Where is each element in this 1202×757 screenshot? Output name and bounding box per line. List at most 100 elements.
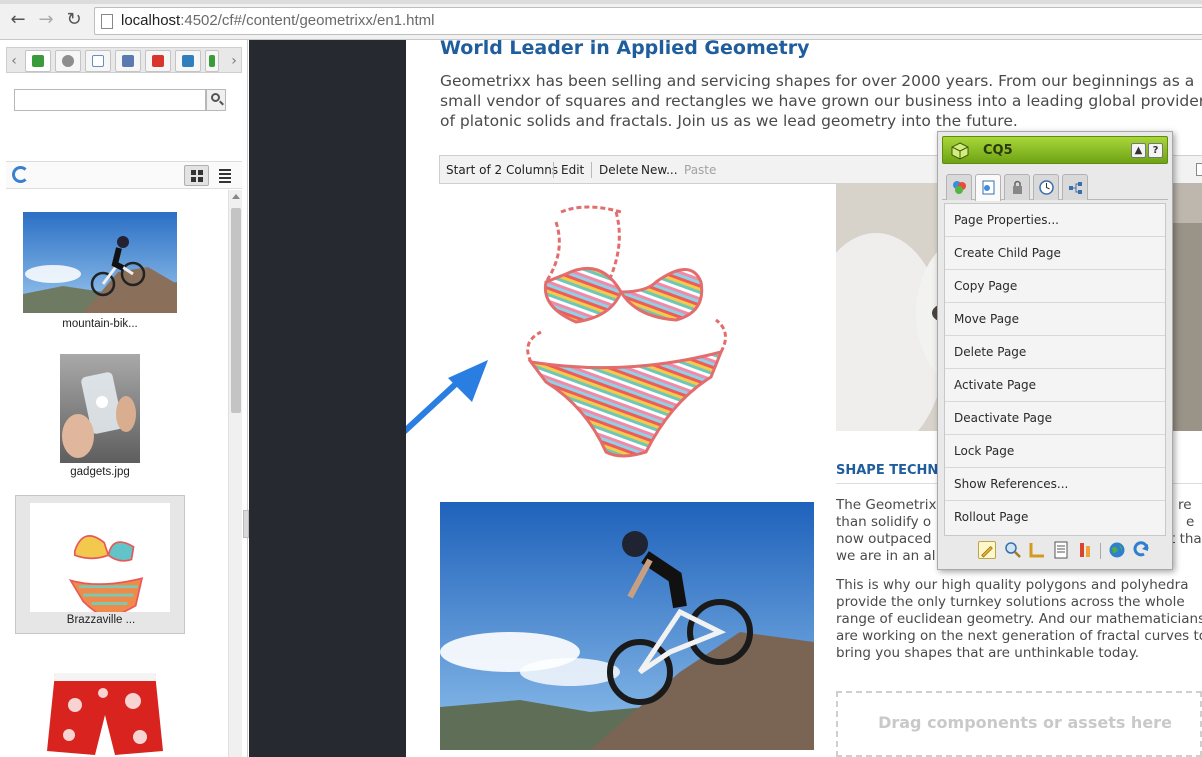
menu-item-deactivate-page[interactable]: Deactivate Page bbox=[945, 402, 1165, 435]
finder-tab-images[interactable] bbox=[25, 50, 51, 72]
asset-thumbnail bbox=[60, 354, 140, 463]
menu-item-delete-page[interactable]: Delete Page bbox=[945, 336, 1165, 369]
components-icon bbox=[953, 181, 966, 194]
finder-tab-s7[interactable] bbox=[145, 50, 171, 72]
mountain-bike-image[interactable] bbox=[440, 502, 814, 750]
editbar-checkbox[interactable] bbox=[1196, 163, 1202, 176]
scroll-up-icon[interactable] bbox=[232, 194, 240, 199]
tab-information[interactable] bbox=[1004, 174, 1030, 200]
panel-splitter[interactable] bbox=[243, 40, 406, 757]
scroll-left-icon[interactable]: ‹ bbox=[7, 50, 21, 72]
menu-item-activate-page[interactable]: Activate Page bbox=[945, 369, 1165, 402]
paragraph-icon bbox=[209, 55, 215, 67]
list-view-button[interactable] bbox=[216, 166, 234, 184]
asset-item[interactable]: mountain-bik... bbox=[15, 208, 185, 338]
asset-item[interactable] bbox=[15, 665, 185, 757]
intro-paragraph: Geometrixx has been selling and servicin… bbox=[440, 72, 1202, 130]
asset-scrollbar[interactable] bbox=[228, 190, 242, 757]
asset-thumbnail bbox=[45, 665, 165, 757]
preview-mode-icon[interactable] bbox=[1004, 541, 1022, 559]
product-icon bbox=[62, 55, 74, 67]
back-arrow-icon[interactable]: ← bbox=[8, 10, 28, 30]
design-mode-icon[interactable] bbox=[1028, 541, 1046, 559]
tab-components[interactable] bbox=[946, 174, 972, 200]
asset-caption: gadgets.jpg bbox=[70, 466, 130, 478]
forward-arrow-icon[interactable]: → bbox=[36, 10, 56, 30]
content-finder-panel: ‹ › mountain-bik... gadgets.jpg Brazzavi… bbox=[0, 40, 248, 757]
splitter-handle[interactable] bbox=[243, 510, 249, 538]
asset-thumbnail bbox=[23, 212, 177, 313]
grid-view-button[interactable] bbox=[184, 165, 209, 186]
menu-item-show-references[interactable]: Show References... bbox=[945, 468, 1165, 501]
page-icon bbox=[101, 14, 113, 29]
drop-zone-label: Drag components or assets here bbox=[878, 713, 1172, 732]
tab-versioning[interactable] bbox=[1033, 174, 1059, 200]
asset-caption: Brazzaville ... bbox=[66, 614, 136, 626]
client-context-icon[interactable] bbox=[1076, 541, 1094, 559]
menu-item-copy-page[interactable]: Copy Page bbox=[945, 270, 1165, 303]
sidekick-tabs bbox=[942, 170, 1168, 201]
page-actions-menu: Page Properties... Create Child Page Cop… bbox=[944, 203, 1166, 536]
refresh-page-icon[interactable] bbox=[1132, 541, 1150, 559]
asset-item-selected[interactable]: Brazzaville ... bbox=[15, 495, 185, 634]
reload-icon[interactable]: ↻ bbox=[64, 10, 84, 30]
section-heading: SHAPE TECHNO bbox=[836, 463, 950, 478]
sidekick-title: CQ5 bbox=[983, 143, 1013, 158]
browser-toolbar: ← → ↻ localhost:4502/cf#/content/geometr… bbox=[0, 0, 1202, 40]
refresh-icon[interactable] bbox=[12, 166, 29, 183]
annotation-arrow bbox=[406, 360, 488, 434]
finder-tab-more[interactable] bbox=[205, 50, 219, 72]
menu-item-rollout-page[interactable]: Rollout Page bbox=[945, 501, 1165, 534]
asset-caption: mountain-bik... bbox=[62, 318, 138, 330]
paragraph-1-tail: re bbox=[1178, 497, 1192, 513]
edit-mode-icon[interactable] bbox=[978, 541, 996, 559]
edit-button[interactable]: Edit bbox=[561, 163, 584, 177]
bikini-image[interactable] bbox=[526, 202, 732, 460]
drop-zone[interactable]: Drag components or assets here bbox=[836, 691, 1202, 757]
menu-item-page-properties[interactable]: Page Properties... bbox=[945, 204, 1165, 237]
paragraph-1-tail: t tha bbox=[1170, 531, 1202, 547]
paste-button[interactable]: Paste bbox=[684, 163, 716, 177]
tab-workflow[interactable] bbox=[1062, 174, 1088, 200]
finder-tab-products[interactable] bbox=[55, 50, 81, 72]
delete-button[interactable]: Delete bbox=[599, 163, 638, 177]
finder-tab-movies[interactable] bbox=[115, 50, 141, 72]
document-icon bbox=[92, 55, 104, 67]
scrollbar-thumb[interactable] bbox=[231, 208, 241, 413]
scroll-right-icon[interactable]: › bbox=[227, 50, 241, 72]
menu-item-move-page[interactable]: Move Page bbox=[945, 303, 1165, 336]
s7-icon bbox=[152, 55, 164, 67]
tab-page[interactable] bbox=[975, 174, 1001, 201]
clock-icon bbox=[1039, 180, 1054, 195]
finder-search bbox=[14, 89, 226, 111]
editbar-label: Start of 2 Columns bbox=[446, 163, 559, 177]
address-bar[interactable]: localhost:4502/cf#/content/geometrixx/en… bbox=[94, 7, 1202, 35]
menu-item-create-child-page[interactable]: Create Child Page bbox=[945, 237, 1165, 270]
finder-tab-bar: ‹ › bbox=[6, 47, 242, 73]
menu-item-lock-page[interactable]: Lock Page bbox=[945, 435, 1165, 468]
collapse-button[interactable]: ▲ bbox=[1131, 143, 1146, 158]
cq5-sidekick: CQ5 ▲ ? Page Properties... Create Child bbox=[937, 131, 1173, 570]
help-button[interactable]: ? bbox=[1148, 143, 1163, 158]
scaffolding-icon[interactable] bbox=[1052, 541, 1070, 559]
image-icon bbox=[32, 55, 44, 67]
sidekick-header[interactable]: CQ5 ▲ ? bbox=[942, 136, 1168, 164]
finder-tab-documents[interactable] bbox=[85, 50, 111, 72]
sidekick-footer bbox=[944, 537, 1166, 565]
globe-icon[interactable] bbox=[1108, 541, 1126, 559]
search-icon-handle bbox=[219, 100, 224, 106]
asset-item[interactable]: gadgets.jpg bbox=[15, 350, 185, 485]
workflow-icon bbox=[1069, 182, 1082, 194]
screenshot-root: ← → ↻ localhost:4502/cf#/content/geometr… bbox=[0, 0, 1202, 757]
cq5-cube-icon bbox=[951, 142, 969, 160]
pages-icon bbox=[182, 55, 194, 67]
movie-icon bbox=[122, 55, 134, 67]
page-title: World Leader in Applied Geometry bbox=[440, 40, 810, 59]
finder-search-input[interactable] bbox=[14, 89, 206, 111]
paragraph-2: This is why our high quality polygons an… bbox=[836, 577, 1202, 661]
tab-strip bbox=[0, 0, 1202, 4]
finder-toolbar bbox=[6, 161, 242, 189]
new-button[interactable]: New... bbox=[641, 163, 678, 177]
search-button[interactable] bbox=[206, 89, 226, 111]
finder-tab-pages[interactable] bbox=[175, 50, 201, 72]
